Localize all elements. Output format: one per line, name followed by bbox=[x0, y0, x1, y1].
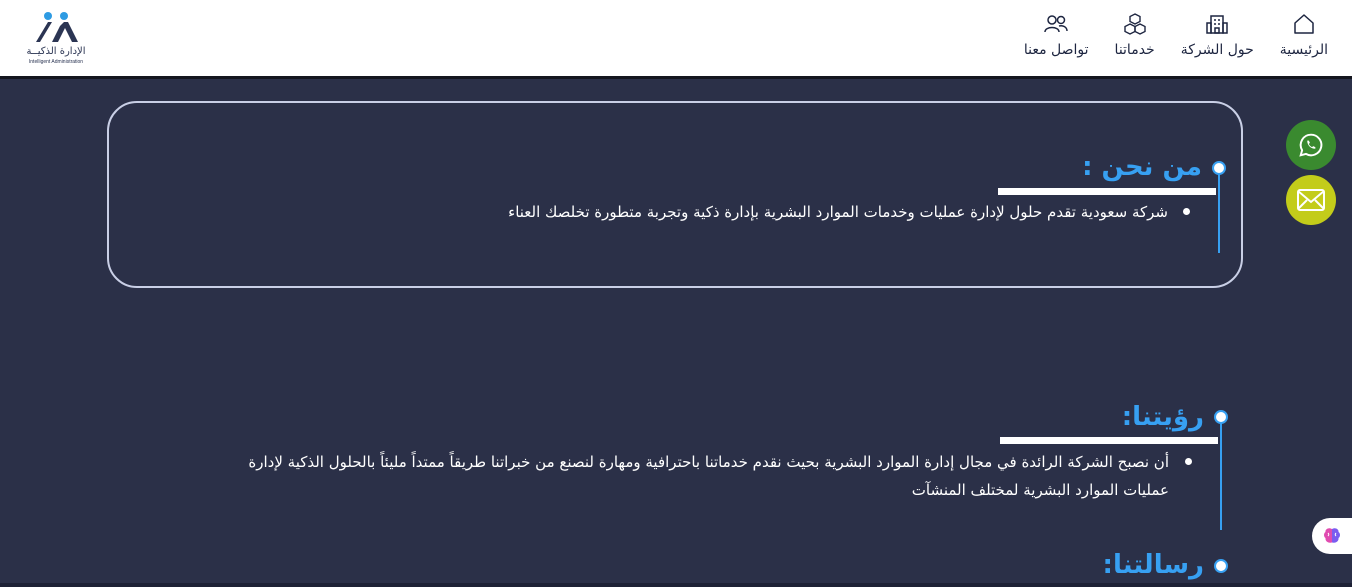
about-title: من نحن : bbox=[1082, 152, 1202, 182]
timeline-dot bbox=[1214, 559, 1228, 573]
nav-label: الرئيسية bbox=[1279, 42, 1328, 58]
nav-item-contact[interactable]: تواصل معنا bbox=[1024, 12, 1089, 68]
users-icon bbox=[1044, 15, 1068, 33]
about-title-underline bbox=[998, 188, 1216, 195]
logo-mark-icon bbox=[36, 12, 78, 42]
timeline-line bbox=[1218, 173, 1220, 253]
timeline-line bbox=[1220, 422, 1222, 530]
main-nav: الرئيسية حول الشركة خدماتنا تواصل معنا bbox=[1024, 12, 1328, 68]
assistant-button[interactable] bbox=[1312, 518, 1352, 554]
whatsapp-button[interactable] bbox=[1286, 120, 1336, 170]
vision-text: أن نصبح الشركة الرائدة في مجال إدارة الم… bbox=[248, 453, 1169, 499]
about-text: شركة سعودية تقدم حلول لإدارة عمليات وخدم… bbox=[508, 203, 1168, 221]
vision-title-underline bbox=[1000, 437, 1218, 444]
home-icon bbox=[1294, 14, 1314, 34]
nav-label: تواصل معنا bbox=[1023, 42, 1089, 58]
nav-label: حول الشركة bbox=[1180, 42, 1254, 58]
nav-item-services[interactable]: خدماتنا bbox=[1115, 12, 1155, 68]
bullet bbox=[1185, 458, 1192, 465]
bottom-edge bbox=[0, 583, 1352, 587]
nav-label: خدماتنا bbox=[1114, 42, 1155, 58]
building-icon bbox=[1206, 15, 1228, 34]
whatsapp-icon bbox=[1299, 133, 1323, 157]
brain-icon bbox=[1324, 528, 1340, 543]
vision-title: رؤيتنا: bbox=[1121, 402, 1204, 432]
nav-item-about[interactable]: حول الشركة bbox=[1181, 12, 1254, 68]
cubes-icon bbox=[1123, 13, 1146, 35]
mission-title: رسالتنا: bbox=[1102, 550, 1204, 580]
mail-icon bbox=[1297, 189, 1325, 211]
email-button[interactable] bbox=[1286, 175, 1336, 225]
company-logo[interactable]: الإدارة الذكيــة Intelligent Administrat… bbox=[16, 8, 96, 68]
logo-text-english: Intelligent Administration bbox=[28, 59, 84, 65]
nav-item-home[interactable]: الرئيسية bbox=[1280, 12, 1328, 68]
bullet bbox=[1183, 208, 1190, 215]
logo-text-arabic: الإدارة الذكيــة bbox=[26, 46, 86, 57]
site-header: الإدارة الذكيــة Intelligent Administrat… bbox=[0, 0, 1352, 79]
